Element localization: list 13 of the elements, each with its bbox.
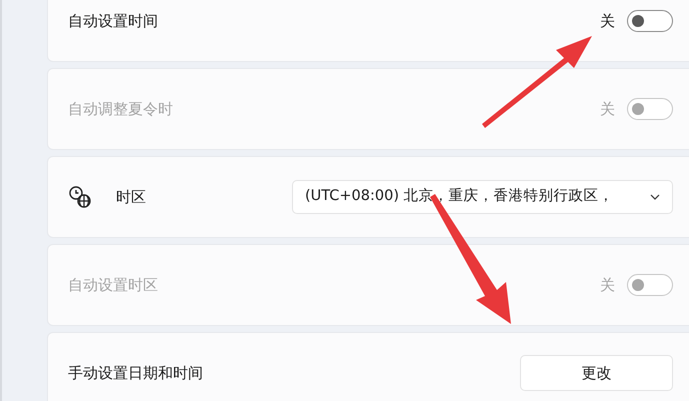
setting-label: 自动设置时区 [68,274,159,296]
toggle-switch[interactable] [627,10,673,32]
chevron-down-icon [650,194,660,200]
change-button[interactable]: 更改 [520,355,673,391]
toggle-state-label: 关 [600,274,615,296]
setting-label: 自动调整夏令时 [68,98,174,120]
clock-globe-icon [68,185,92,209]
toggle-state-label: 关 [600,10,615,32]
setting-label: 自动设置时间 [68,10,159,32]
timezone-dropdown[interactable]: (UTC+08:00) 北京，重庆，香港特别行政区， [292,180,673,214]
toggle-state-label: 关 [600,98,615,120]
setting-label: 手动设置日期和时间 [68,362,204,384]
setting-label: 时区 [116,186,147,208]
